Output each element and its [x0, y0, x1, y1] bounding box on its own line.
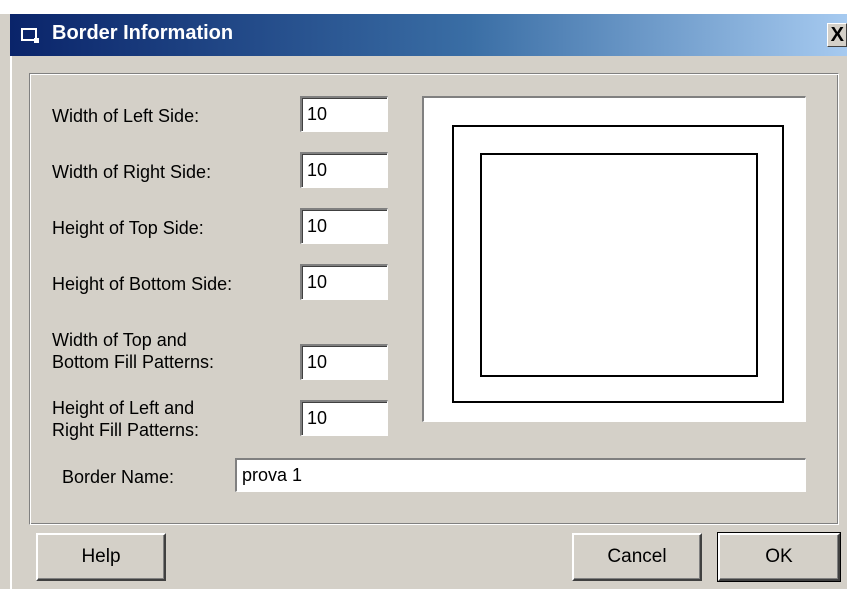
- close-button[interactable]: X: [827, 23, 847, 47]
- border-preview: [422, 96, 806, 422]
- app-icon: [21, 28, 39, 43]
- window-title: Border Information: [52, 22, 234, 44]
- border-name-input[interactable]: prova 1: [235, 458, 806, 492]
- border-name-label: Border Name:: [62, 467, 175, 487]
- top-height-input[interactable]: 10: [300, 208, 388, 244]
- fill-height-label-line1: Height of Left and: [52, 398, 195, 418]
- top-strip: [0, 0, 847, 14]
- help-button[interactable]: Help: [36, 533, 166, 581]
- bottom-height-input[interactable]: 10: [300, 264, 388, 300]
- bottom-height-label: Height of Bottom Side:: [52, 274, 233, 294]
- cancel-button[interactable]: Cancel: [572, 533, 702, 581]
- title-bar[interactable]: Border Information X: [10, 14, 847, 56]
- fill-width-label-line2: Bottom Fill Patterns:: [52, 352, 215, 372]
- ok-button[interactable]: OK: [717, 532, 841, 582]
- fill-height-input[interactable]: 10: [300, 400, 388, 436]
- fill-width-label-line1: Width of Top and: [52, 330, 187, 350]
- preview-inner-border: [480, 153, 758, 377]
- window-edge: [10, 56, 12, 589]
- fill-width-input[interactable]: 10: [300, 344, 388, 380]
- top-height-label: Height of Top Side:: [52, 218, 204, 238]
- right-width-label: Width of Right Side:: [52, 162, 212, 182]
- fill-height-label-line2: Right Fill Patterns:: [52, 420, 200, 440]
- right-width-input[interactable]: 10: [300, 152, 388, 188]
- left-width-label: Width of Left Side:: [52, 106, 200, 126]
- left-width-input[interactable]: 10: [300, 96, 388, 132]
